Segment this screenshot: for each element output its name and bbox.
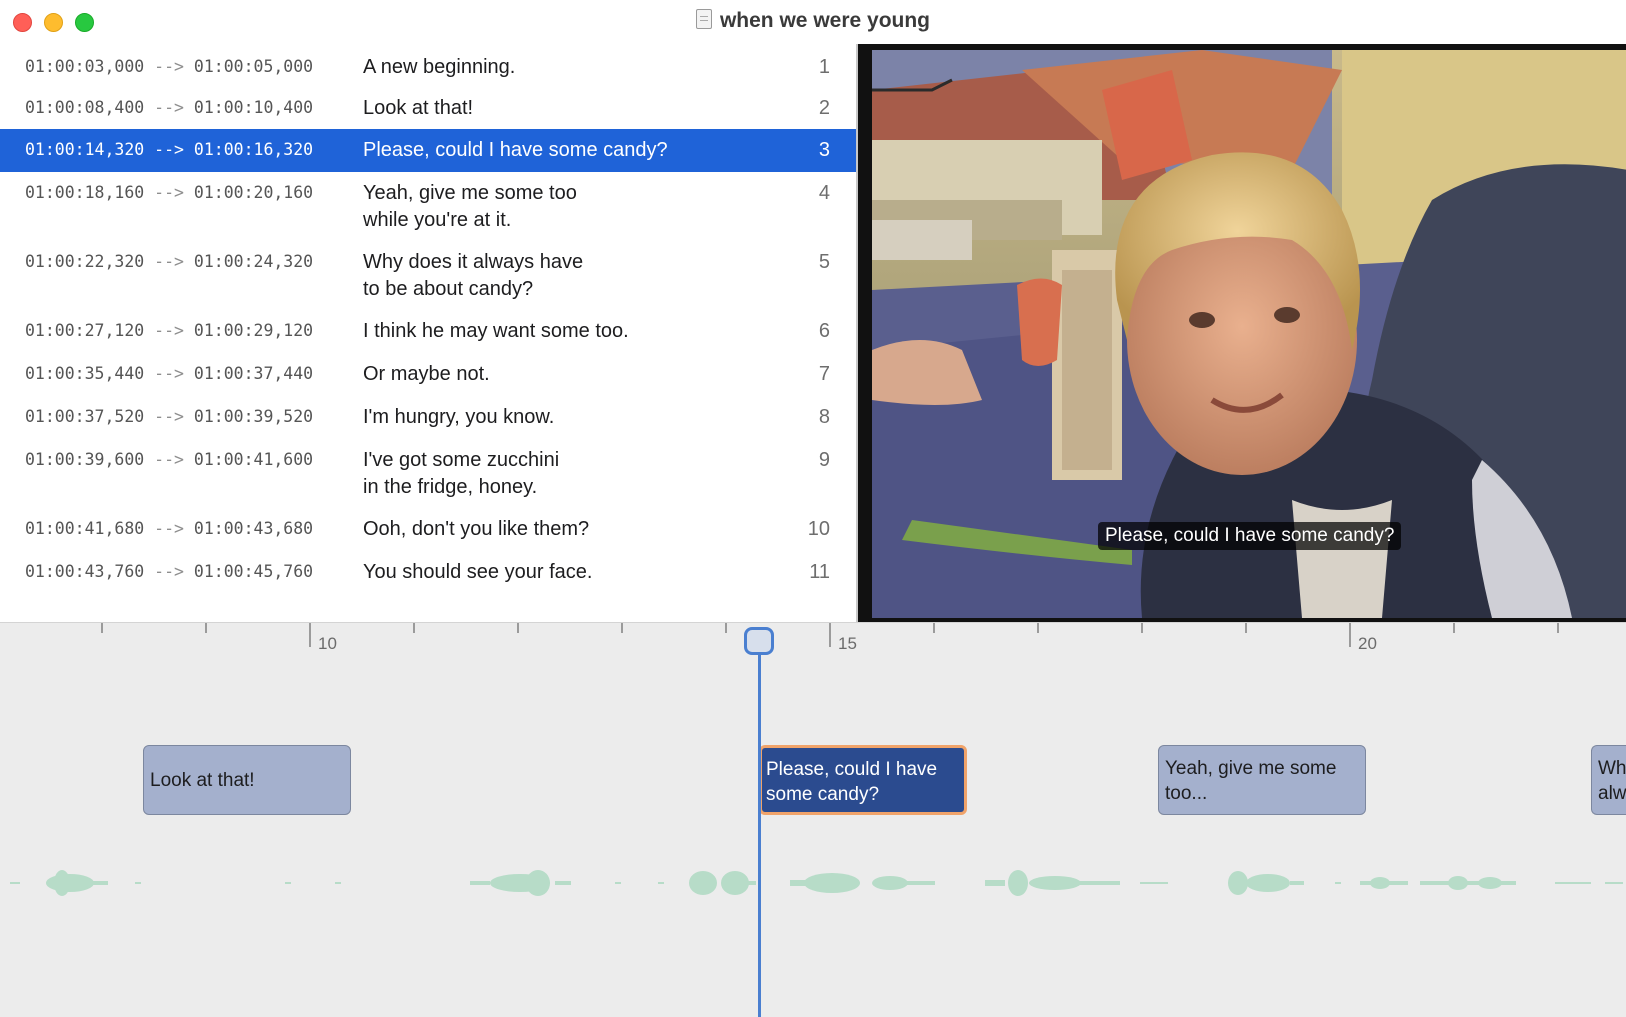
subtitle-row-5[interactable]: 01:00:22,320 --> 01:00:24,320 Why does i… bbox=[0, 241, 856, 310]
subtitle-number: 7 bbox=[818, 363, 830, 385]
timeline-tick bbox=[1037, 623, 1039, 633]
timeline-tick bbox=[1245, 623, 1247, 633]
subtitle-row-9[interactable]: 01:00:39,600 --> 01:00:41,600 I've got s… bbox=[0, 439, 856, 508]
subtitle-text: You should see your face. bbox=[363, 561, 593, 583]
timeline-label-10: 10 bbox=[318, 634, 337, 653]
timeline-cue-yeah-give-me[interactable]: Yeah, give me some too... bbox=[1158, 745, 1366, 815]
subtitle-row-3-selected[interactable]: 01:00:14,320 --> 01:00:16,320 Please, co… bbox=[0, 129, 856, 172]
timeline-label-20: 20 bbox=[1358, 634, 1377, 653]
timecode: 01:00:27,120 --> 01:00:29,120 bbox=[25, 321, 314, 340]
subtitle-text: Ooh, don't you like them? bbox=[363, 518, 590, 540]
video-caption: Please, could I have some candy? bbox=[1098, 522, 1402, 550]
subtitle-row-2[interactable]: 01:00:08,400 --> 01:00:10,400 Look at th… bbox=[0, 87, 856, 129]
timeline-tick bbox=[1557, 623, 1559, 633]
subtitle-number: 6 bbox=[818, 320, 830, 342]
subtitle-row-4[interactable]: 01:00:18,160 --> 01:00:20,160 Yeah, give… bbox=[0, 172, 856, 241]
video-player[interactable]: Please, could I have some candy? bbox=[856, 44, 1626, 622]
timecode: 01:00:18,160 --> 01:00:20,160 bbox=[25, 183, 314, 202]
timecode: 01:00:08,400 --> 01:00:10,400 bbox=[25, 98, 314, 117]
playhead-handle[interactable] bbox=[744, 627, 774, 655]
subtitle-number: 8 bbox=[818, 406, 830, 428]
timeline[interactable]: 10 15 20 Look at that! Please, could I h… bbox=[0, 622, 1626, 1017]
subtitle-text: Look at that! bbox=[363, 97, 474, 119]
timecode: 01:00:37,520 --> 01:00:39,520 bbox=[25, 407, 314, 426]
subtitle-text: Please, could I have some candy? bbox=[363, 139, 668, 161]
title-bar: when we were young bbox=[0, 0, 1626, 44]
subtitle-number: 4 bbox=[818, 182, 830, 204]
subtitle-number: 9 bbox=[818, 449, 830, 471]
subtitle-number: 2 bbox=[818, 97, 830, 119]
timeline-tick bbox=[1453, 623, 1455, 633]
timeline-cue-look-at-that[interactable]: Look at that! bbox=[143, 745, 351, 815]
timecode: 01:00:43,760 --> 01:00:45,760 bbox=[25, 562, 314, 581]
subtitle-text: I think he may want some too. bbox=[363, 320, 629, 342]
timeline-tick bbox=[933, 623, 935, 633]
timeline-tick bbox=[1141, 623, 1143, 633]
timeline-tick bbox=[101, 623, 103, 633]
timeline-tick bbox=[205, 623, 207, 633]
subtitle-text: Why does it always have to be about cand… bbox=[363, 251, 584, 300]
subtitle-text: I'm hungry, you know. bbox=[363, 406, 555, 428]
timecode: 01:00:39,600 --> 01:00:41,600 bbox=[25, 450, 314, 469]
timecode: 01:00:22,320 --> 01:00:24,320 bbox=[25, 252, 314, 271]
subtitle-number: 3 bbox=[818, 139, 830, 161]
timeline-tick-major bbox=[1349, 623, 1351, 647]
timeline-cue-candy-selected[interactable]: Please, could I have some candy? bbox=[759, 745, 967, 815]
subtitle-number: 5 bbox=[818, 251, 830, 273]
timeline-label-15: 15 bbox=[838, 634, 857, 653]
timecode: 01:00:41,680 --> 01:00:43,680 bbox=[25, 519, 314, 538]
timeline-tick bbox=[725, 623, 727, 633]
subtitle-list[interactable]: 01:00:03,000 --> 01:00:05,000 A new begi… bbox=[0, 46, 856, 622]
subtitle-number: 1 bbox=[818, 56, 830, 78]
subtitle-text: A new beginning. bbox=[363, 56, 516, 78]
document-icon bbox=[695, 9, 712, 29]
subtitle-row-8[interactable]: 01:00:37,520 --> 01:00:39,520 I'm hungry… bbox=[0, 396, 856, 439]
subtitle-row-10[interactable]: 01:00:41,680 --> 01:00:43,680 Ooh, don't… bbox=[0, 508, 856, 551]
audio-waveform bbox=[10, 870, 1623, 896]
subtitle-text: Yeah, give me some too while you're at i… bbox=[363, 182, 577, 231]
video-frame: Please, could I have some candy? bbox=[872, 50, 1626, 618]
timeline-tick-major bbox=[829, 623, 831, 647]
subtitle-row-6[interactable]: 01:00:27,120 --> 01:00:29,120 I think he… bbox=[0, 310, 856, 353]
subtitle-text: Or maybe not. bbox=[363, 363, 490, 385]
timecode: 01:00:35,440 --> 01:00:37,440 bbox=[25, 364, 314, 383]
timeline-tick bbox=[517, 623, 519, 633]
subtitle-number: 10 bbox=[807, 518, 830, 540]
timeline-cue-why-does-it[interactable]: Why does it always have bbox=[1591, 745, 1626, 815]
subtitle-text: I've got some zucchini in the fridge, ho… bbox=[363, 449, 560, 498]
timeline-tick bbox=[413, 623, 415, 633]
timecode: 01:00:14,320 --> 01:00:16,320 bbox=[25, 140, 314, 159]
subtitle-row-7[interactable]: 01:00:35,440 --> 01:00:37,440 Or maybe n… bbox=[0, 353, 856, 396]
window-title: when we were young bbox=[0, 9, 1626, 33]
playhead-line bbox=[758, 641, 761, 1017]
timeline-tick bbox=[621, 623, 623, 633]
subtitle-number: 11 bbox=[809, 561, 830, 583]
subtitle-row-11[interactable]: 01:00:43,760 --> 01:00:45,760 You should… bbox=[0, 551, 856, 594]
timeline-tick-major bbox=[309, 623, 311, 647]
subtitle-row-1[interactable]: 01:00:03,000 --> 01:00:05,000 A new begi… bbox=[0, 46, 856, 87]
timecode: 01:00:03,000 --> 01:00:05,000 bbox=[25, 57, 314, 76]
